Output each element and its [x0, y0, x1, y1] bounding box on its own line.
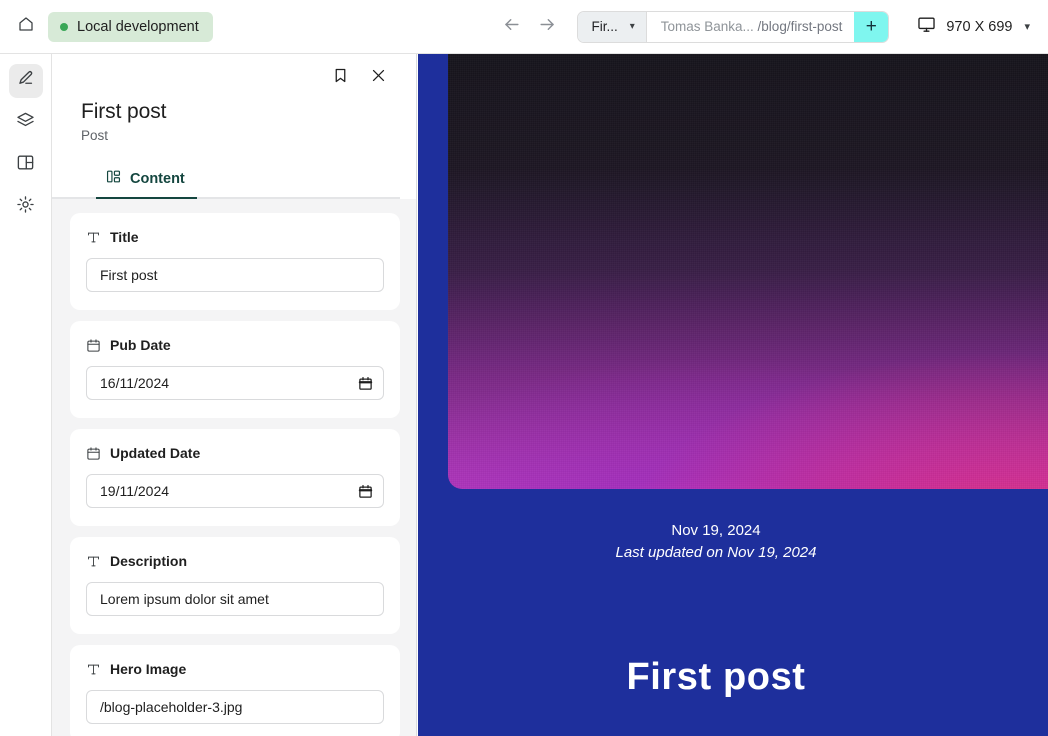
field-pub-date-label-row: Pub Date	[86, 337, 384, 353]
home-icon	[17, 15, 35, 38]
field-hero-image: Hero Image /blog-placeholder-3.jpg	[70, 645, 400, 736]
content-blocks-icon	[106, 169, 121, 188]
field-description-label-row: Description	[86, 553, 384, 569]
entry-select[interactable]: Fir... ▾	[578, 11, 647, 42]
field-title: Title First post	[70, 213, 400, 310]
layers-icon	[16, 111, 35, 135]
left-rail	[0, 54, 52, 736]
description-input[interactable]: Lorem ipsum dolor sit amet	[86, 582, 384, 616]
url-input[interactable]: Tomas Banka... /blog/first-post	[646, 11, 855, 42]
updated-date-input[interactable]: 19/11/2024	[86, 474, 384, 508]
field-hero-image-label-row: Hero Image	[86, 661, 384, 677]
post-meta: Nov 19, 2024 Last updated on Nov 19, 202…	[418, 520, 1048, 564]
environment-status-dot	[60, 22, 68, 31]
panel-layout-icon	[16, 153, 35, 177]
rail-item-edit[interactable]	[8, 64, 43, 98]
field-pub-date-label: Pub Date	[110, 337, 171, 353]
app-root: Local development Fir... ▾ Tomas Banka..…	[0, 0, 1048, 736]
field-hero-image-label: Hero Image	[110, 661, 187, 677]
url-site: Tomas Banka...	[660, 19, 754, 34]
device-size-select[interactable]: 970 X 699 ▾	[911, 9, 1034, 44]
entry-panel: First post Post Content Title First post…	[52, 54, 417, 736]
field-description-label: Description	[110, 553, 188, 569]
url-bar-group: Fir... ▾ Tomas Banka... /blog/first-post…	[577, 10, 890, 43]
site-preview[interactable]: Nov 19, 2024 Last updated on Nov 19, 202…	[418, 54, 1048, 736]
close-button[interactable]	[364, 64, 392, 92]
back-button[interactable]	[493, 9, 529, 45]
arrow-right-icon	[538, 15, 557, 39]
panel-tabs: Content	[52, 163, 400, 199]
entry-select-label: Fir...	[591, 19, 618, 34]
hero-image-input-value: /blog-placeholder-3.jpg	[100, 699, 243, 715]
field-pub-date: Pub Date 16/11/2024	[70, 321, 400, 418]
device-size-label: 970 X 699	[946, 18, 1013, 35]
monitor-icon	[917, 15, 936, 38]
description-input-value: Lorem ipsum dolor sit amet	[100, 591, 269, 607]
field-title-label-row: Title	[86, 229, 384, 245]
post-title: First post	[626, 656, 806, 698]
chevron-down-icon: ▾	[629, 21, 635, 32]
entry-type-label: Post	[81, 128, 109, 143]
tab-content-label: Content	[130, 170, 185, 187]
pub-date-input[interactable]: 16/11/2024	[86, 366, 384, 400]
hero-image-input[interactable]: /blog-placeholder-3.jpg	[86, 690, 384, 724]
entry-fields-list[interactable]: Title First post Pub Date 16/11/2024 Upd…	[52, 199, 416, 736]
entry-panel-actions	[52, 54, 400, 92]
add-button[interactable]: +	[854, 11, 889, 42]
field-description: Description Lorem ipsum dolor sit amet	[70, 537, 400, 634]
rail-item-settings[interactable]	[9, 190, 43, 224]
gear-icon	[16, 195, 35, 219]
plus-icon: +	[865, 15, 877, 37]
hero-image	[448, 54, 1048, 489]
field-updated-date: Updated Date 19/11/2024	[70, 429, 400, 526]
pub-date-input-value: 16/11/2024	[100, 375, 170, 391]
arrow-left-icon	[502, 15, 521, 39]
post-updated: Last updated on Nov 19, 2024	[615, 544, 817, 561]
top-bar: Local development Fir... ▾ Tomas Banka..…	[0, 0, 1048, 54]
text-icon	[86, 554, 101, 569]
bookmark-icon	[332, 67, 349, 89]
top-bar-right: Fir... ▾ Tomas Banka... /blog/first-post…	[493, 9, 1048, 45]
post-date: Nov 19, 2024	[671, 522, 761, 539]
calendar-icon	[86, 446, 101, 461]
url-path: /blog/first-post	[757, 19, 843, 34]
close-icon	[370, 67, 387, 89]
title-input[interactable]: First post	[86, 258, 384, 292]
rail-item-layout[interactable]	[9, 148, 43, 182]
field-updated-date-label-row: Updated Date	[86, 445, 384, 461]
text-icon	[86, 230, 101, 245]
home-button[interactable]	[12, 13, 40, 41]
entry-panel-header: First post Post Content	[52, 54, 416, 199]
bookmark-button[interactable]	[326, 64, 354, 92]
calendar-picker-icon[interactable]	[358, 376, 373, 391]
forward-button[interactable]	[529, 9, 565, 45]
text-icon	[86, 662, 101, 677]
top-bar-left: Local development	[0, 11, 213, 42]
calendar-icon	[86, 338, 101, 353]
page-title: First post	[81, 100, 167, 123]
environment-badge[interactable]: Local development	[48, 11, 213, 42]
field-title-label: Title	[110, 229, 139, 245]
chevron-down-icon: ▾	[1024, 21, 1030, 33]
updated-date-input-value: 19/11/2024	[100, 483, 170, 499]
title-input-value: First post	[100, 267, 158, 283]
environment-label: Local development	[77, 18, 199, 35]
calendar-picker-icon[interactable]	[358, 484, 373, 499]
pencil-icon	[16, 69, 35, 93]
field-updated-date-label: Updated Date	[110, 445, 201, 461]
rail-item-layers[interactable]	[9, 106, 43, 140]
tab-content[interactable]: Content	[96, 163, 197, 199]
